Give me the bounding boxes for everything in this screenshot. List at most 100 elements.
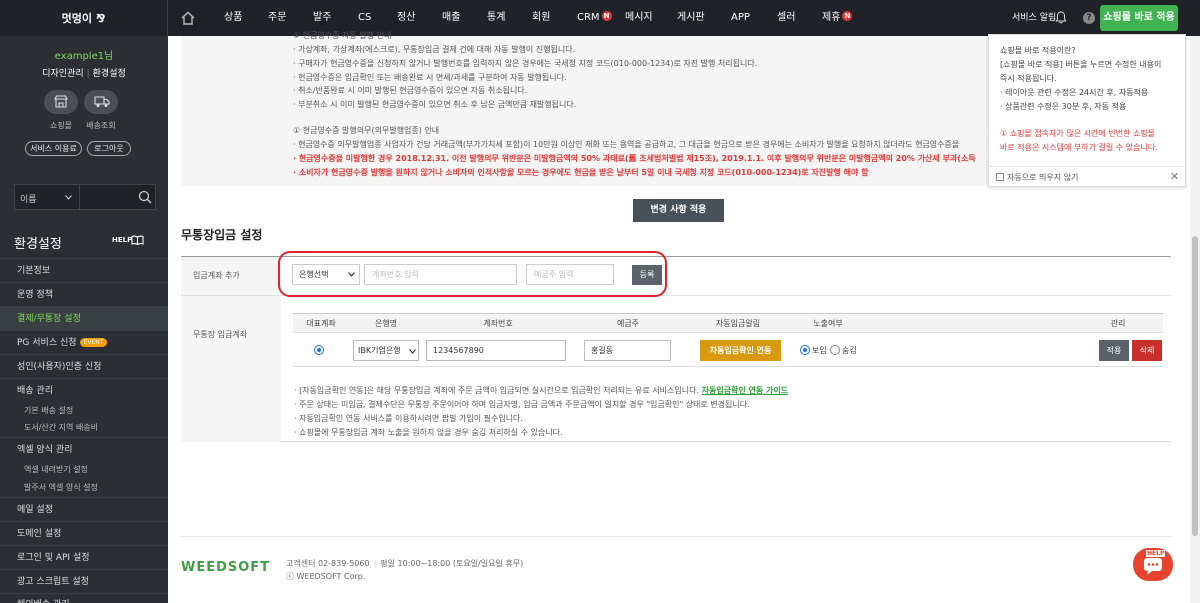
- home-icon[interactable]: [180, 10, 196, 26]
- sidebar-item-domain[interactable]: 도메인 설정: [0, 521, 168, 545]
- sidebar-item-policy[interactable]: 운영 정책: [0, 282, 168, 306]
- popup-footer: 자동으로 띄우지 않기 ✕: [989, 166, 1185, 187]
- sidebar-item-login-api[interactable]: 로그인 및 API 설정: [0, 545, 168, 569]
- show-radio[interactable]: [800, 345, 810, 355]
- account-number-input[interactable]: 계좌번호 입력: [364, 264, 517, 285]
- nav-item-partner[interactable]: 제휴 N: [822, 0, 853, 36]
- sidebar-search: 이름: [14, 184, 156, 210]
- sidebar-item-delivery[interactable]: 배송 관리: [0, 378, 168, 402]
- auto-deposit-link-button[interactable]: 자동입금확인 연동: [700, 340, 781, 361]
- add-account-label: 입금계좌 추가: [193, 271, 240, 280]
- row-apply-button[interactable]: 적용: [1099, 340, 1129, 361]
- sidebar-item-excel[interactable]: 엑셀 양식 관리: [0, 437, 168, 461]
- nav-item-stats[interactable]: 통계: [487, 0, 505, 36]
- nav-item-seller[interactable]: 셀러: [777, 0, 795, 36]
- chevron-down-icon: [409, 349, 416, 354]
- nav-item-products[interactable]: 상품: [224, 0, 242, 36]
- help-fab-label: HELP: [1146, 550, 1166, 557]
- logout-button[interactable]: 로그아웃: [87, 141, 131, 156]
- nav-item-crm[interactable]: CRM N: [577, 0, 612, 36]
- sidebar-item-basic-info[interactable]: 기본정보: [0, 258, 168, 282]
- nav-item-members[interactable]: 회원: [532, 0, 550, 36]
- event-badge: EVENT: [79, 338, 108, 347]
- scrollbar-thumb[interactable]: [1192, 236, 1198, 536]
- top-nav: 멋멍이 ⅋ 상품 주문 발주 CS 정산 매출 통계 회원 CRM N 메시지 게…: [0, 0, 1200, 36]
- brand-logo[interactable]: 멋멍이 ⅋: [0, 0, 168, 36]
- nav-partner-label: 제휴: [822, 12, 841, 23]
- primary-account-radio[interactable]: [314, 345, 324, 355]
- nav-item-settlement[interactable]: 정산: [397, 0, 415, 36]
- bank-account-form: 입금계좌 추가 무통장 입금계좌 은행선택 계좌번호 입력 예금주 입력 등록 …: [181, 251, 1171, 442]
- popup-line: · 상품관련 수정은 30분 후, 자동 적용: [1000, 102, 1127, 111]
- nav-item-app[interactable]: APP: [731, 0, 750, 36]
- hide-label: 숨김: [842, 346, 857, 355]
- info-line: · 쇼핑몰에 무통장입금 계좌 노출을 원하지 않을 경우 숨김 처리하실 수 …: [294, 428, 563, 437]
- popup-warning: 바로 적용은 시스템에 부하가 걸릴 수 있습니다.: [1000, 143, 1158, 152]
- scrollbar[interactable]: [1190, 36, 1200, 603]
- help-question-icon[interactable]: ?: [1083, 12, 1095, 24]
- close-icon[interactable]: ✕: [1170, 170, 1179, 183]
- notice-line: · 부분취소 시 이미 발행된 현금영수증이 있으면 취소 후 남은 금액만큼 …: [293, 100, 577, 109]
- divider: |: [86, 69, 90, 79]
- new-badge: N: [842, 11, 853, 21]
- sidebar-sub-excel-download[interactable]: 엑셀 내려받기 설정: [0, 462, 168, 478]
- nav-item-sales[interactable]: 매출: [442, 0, 460, 36]
- nav-crm-label: CRM: [577, 12, 600, 23]
- register-button[interactable]: 등록: [632, 265, 662, 285]
- row-account-input[interactable]: 1234567890: [426, 340, 566, 361]
- row-delete-button[interactable]: 삭제: [1132, 340, 1162, 361]
- footer-copyright: ⓒ WEEDSOFT Corp.: [286, 572, 366, 581]
- sidebar-item-pg-label: PG 서비스 신청: [17, 338, 77, 348]
- search-type-select[interactable]: 이름: [20, 192, 37, 205]
- section-title: 무통장입금 설정: [181, 228, 263, 242]
- truck-icon: [94, 96, 110, 107]
- sidebar-item-overseas[interactable]: 해외배송 관리: [0, 593, 168, 603]
- auto-deposit-guide-link[interactable]: 자동입금확인 연동 가이드: [702, 386, 789, 395]
- dont-show-checkbox[interactable]: [996, 173, 1004, 181]
- delivery-track-button[interactable]: [84, 90, 118, 114]
- nav-item-message[interactable]: 메시지: [625, 0, 653, 36]
- sidebar-item-pg[interactable]: PG 서비스 신청 EVENT: [0, 330, 168, 354]
- nav-item-orders[interactable]: 주문: [268, 0, 286, 36]
- col-header: 노출여부: [813, 319, 843, 328]
- chevron-down-icon: [65, 195, 72, 200]
- col-header: 예금주: [616, 319, 640, 328]
- table-row: IBK기업은행 1234567890 홍길동 자동입금확인 연동 보임 숨김 적…: [293, 334, 1163, 367]
- notice-line: ① 현금영수증 발행의무(의무발행업종) 안내: [293, 126, 440, 135]
- sidebar: example1님 디자인관리 | 환경설정 쇼핑몰 배송조회 서비스 이용료 로그…: [0, 36, 168, 603]
- info-line: · 주문 상태는 미입금, 결제수단은 무통장 주문이어야 하며 입금자명, 입…: [294, 400, 750, 409]
- design-manage-link[interactable]: 디자인관리: [42, 69, 83, 79]
- sidebar-item-payment[interactable]: 결제/무통장 설정: [0, 306, 168, 330]
- row-depositor-input[interactable]: 홍길동: [584, 340, 671, 361]
- sidebar-item-mail[interactable]: 메일 설정: [0, 497, 168, 521]
- username: example1님: [54, 51, 114, 62]
- col-header: 대표계좌: [306, 319, 336, 328]
- help-link[interactable]: HELP: [112, 236, 132, 244]
- sidebar-sub-remote-fee[interactable]: 도서/산간 지역 배송비: [0, 420, 168, 436]
- depositor-input[interactable]: 예금주 입력: [526, 264, 614, 285]
- apply-changes-button[interactable]: 변경 사항 적용: [633, 199, 724, 222]
- shop-apply-button[interactable]: 쇼핑몰 바로 적용: [1100, 5, 1178, 31]
- info-text: · [자동입금확인 연동]은 해당 무통장입금 계좌에 주문 금액이 입금되면 …: [294, 386, 700, 395]
- hide-radio[interactable]: [830, 345, 840, 355]
- bell-icon[interactable]: [1055, 11, 1067, 24]
- col-header: 계좌번호: [483, 319, 513, 328]
- sidebar-item-ad-script[interactable]: 광고 스크립트 설정: [0, 569, 168, 593]
- footer-divider: [181, 536, 1171, 537]
- shop-button[interactable]: [44, 90, 78, 114]
- search-icon[interactable]: [138, 190, 152, 204]
- sidebar-section-title: 환경설정: [14, 237, 62, 252]
- env-settings-link[interactable]: 환경설정: [93, 69, 126, 79]
- service-alarm-link[interactable]: 서비스 알림: [1012, 0, 1056, 36]
- sidebar-sub-excel-order[interactable]: 발주서 엑셀 양식 설정: [0, 480, 168, 496]
- footer-contact: 고객센터 02-839-5060 | 평일 10:00~18:00 (토요일/일요일…: [286, 558, 523, 569]
- shop-apply-popup: 쇼핑몰 바로 적용이란? [쇼핑몰 바로 적용] 버튼을 누르면 수정한 내용이…: [988, 34, 1186, 187]
- notice-line-warning: · 소비자가 현금영수증 발행을 원하지 않거나 소비자의 인적사항을 모르는 …: [293, 168, 869, 177]
- service-fee-button[interactable]: 서비스 이용료: [25, 141, 82, 156]
- footer-hours: 평일 10:00~18:00 (토요일/일요일 휴무): [380, 559, 524, 568]
- book-icon[interactable]: [131, 235, 144, 245]
- nav-item-board[interactable]: 게시판: [677, 0, 705, 36]
- sidebar-sub-basic-delivery[interactable]: 기본 배송 설정: [0, 403, 168, 419]
- sidebar-item-adult-auth[interactable]: 성인(사용자)인증 신청: [0, 354, 168, 378]
- show-label: 보임: [812, 346, 827, 355]
